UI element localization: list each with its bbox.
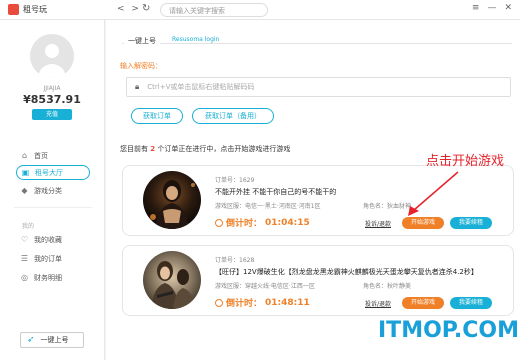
avatar-head — [45, 44, 59, 58]
finance-icon: ◎ — [21, 273, 28, 282]
refresh-icon[interactable]: ↻ — [142, 3, 150, 14]
sidebar-item-orders[interactable]: ☰ 我的订单 — [16, 251, 90, 266]
sidebar-item-favorites[interactable]: ♡ 我的收藏 — [16, 232, 90, 247]
sidebar-item-label: 我的收藏 — [34, 235, 62, 244]
minimize-icon[interactable]: — — [487, 3, 496, 13]
sidebar-group-label: 我的 — [22, 223, 35, 230]
back-button[interactable]: < — [117, 4, 127, 14]
avatar[interactable] — [30, 34, 74, 78]
onekey-login-button[interactable]: ➶ 一键上号 — [20, 332, 84, 348]
category-icon: ◆ — [21, 186, 28, 195]
annotation-arrow-icon — [408, 171, 459, 216]
sidebar-item-home[interactable]: ⌂ 首页 — [16, 148, 90, 163]
app-title: 租号玩 — [23, 5, 47, 14]
sidebar-divider — [14, 207, 92, 208]
main-panel: 一键上号 Resusoma login 输入解密码： 🔒︎ Ctrl+V或单击鼠… — [106, 20, 520, 360]
forward-button[interactable]: > — [131, 4, 141, 14]
sidebar: JJIAJIA ¥8537.91 充值 ⌂ 首页 ▣ 租号大厅 ◆ 游戏分类 我… — [0, 20, 105, 360]
onekey-login-label: 一键上号 — [40, 336, 69, 344]
hall-icon: ▣ — [21, 168, 30, 177]
recharge-button[interactable]: 充值 — [32, 109, 72, 120]
app-logo: 租号玩 — [8, 4, 47, 15]
window-controls: ≡ — ✕ — [472, 3, 512, 13]
sidebar-item-label: 财务明细 — [34, 273, 62, 282]
sidebar-item-label: 游戏分类 — [34, 186, 62, 195]
avatar-body — [38, 64, 66, 78]
title-bar: 租号玩 < > ↻ 请输入关键字搜索 ≡ — ✕ — [0, 0, 520, 20]
rocket-icon: ➶ — [27, 335, 35, 345]
menu-icon[interactable]: ≡ — [472, 3, 480, 13]
close-icon[interactable]: ✕ — [504, 3, 512, 13]
sidebar-item-category[interactable]: ◆ 游戏分类 — [16, 183, 90, 198]
balance: ¥8537.91 — [23, 93, 81, 106]
home-icon: ⌂ — [21, 151, 28, 160]
nav-arrows: < > — [117, 4, 141, 14]
orders-icon: ☰ — [20, 254, 29, 263]
username: JJIAJIA — [43, 85, 61, 92]
sidebar-item-hall[interactable]: ▣ 租号大厅 — [16, 165, 90, 180]
favorites-icon: ♡ — [20, 235, 29, 244]
watermark: ITMOP.COM — [378, 318, 519, 343]
sidebar-item-label: 我的订单 — [34, 254, 62, 263]
app-logo-icon — [8, 4, 19, 15]
sidebar-item-label: 首页 — [34, 151, 48, 160]
sidebar-item-label: 租号大厅 — [35, 168, 63, 177]
search-input[interactable]: 请输入关键字搜索 — [160, 3, 268, 17]
sidebar-item-finance[interactable]: ◎ 财务明细 — [16, 270, 90, 285]
